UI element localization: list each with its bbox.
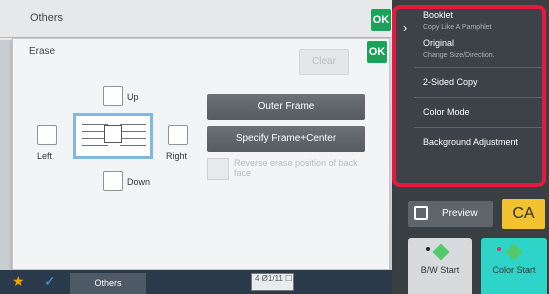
left-checkbox[interactable] <box>37 125 57 145</box>
base-ok-button[interactable]: OK <box>371 9 391 31</box>
menu-item-2-sided-copy[interactable]: 2-Sided Copy <box>414 77 542 105</box>
dot-icon <box>497 247 501 251</box>
menu-item-sub: Change Size/Direction. <box>423 52 495 59</box>
bw-start-label: B/W Start <box>420 265 460 275</box>
left-label: Left <box>37 151 53 161</box>
menu-item-background-adjustment[interactable]: Background Adjustment <box>414 137 542 165</box>
menu-item-color-mode[interactable]: Color Mode <box>414 107 542 135</box>
counter-display: 4 Ø1/11 ☐ <box>251 273 294 291</box>
color-start-label: Color Start <box>492 265 536 275</box>
preview-icon <box>414 206 428 220</box>
side-menu: › Booklet Copy Like A Pamphlet Original … <box>392 5 546 187</box>
menu-item-booklet[interactable]: Booklet Copy Like A Pamphlet <box>414 9 542 37</box>
diamond-icon <box>432 243 450 261</box>
book-illustration <box>73 113 153 159</box>
chevron-right-icon[interactable]: › <box>396 9 414 183</box>
center-checkbox[interactable] <box>104 125 122 143</box>
preview-button[interactable]: Preview <box>408 201 493 227</box>
erase-panel: Erase Clear Up Left Right Down Outer Fra… <box>12 38 390 270</box>
menu-item-label: Original <box>423 38 455 48</box>
menu-item-sub: Copy Like A Pamphlet <box>423 24 492 31</box>
down-checkbox[interactable] <box>103 171 123 191</box>
base-title: Others <box>30 12 64 24</box>
right-checkbox[interactable] <box>168 125 188 145</box>
left-strip <box>0 40 12 270</box>
bottom-bar <box>0 270 392 294</box>
reverse-erase-label: Reverse erase position of back face <box>234 158 358 178</box>
diamond-icon <box>505 243 523 261</box>
menu-item-label: Booklet <box>423 10 454 20</box>
reverse-erase-checkbox[interactable] <box>207 158 229 180</box>
erase-ok-button[interactable]: OK <box>367 41 387 63</box>
menu-divider <box>414 67 542 68</box>
bw-start-button[interactable]: B/W Start <box>408 238 472 294</box>
dot-icon <box>426 247 430 251</box>
erase-title: Erase <box>29 46 56 57</box>
menu-divider <box>414 127 542 128</box>
color-start-button[interactable]: Color Start <box>481 238 547 294</box>
base-header: Others <box>0 0 392 38</box>
down-label: Down <box>127 177 151 187</box>
up-label: Up <box>127 92 139 102</box>
others-tab[interactable]: Others <box>70 273 146 294</box>
preview-label: Preview <box>442 208 478 219</box>
menu-item-original[interactable]: Original Change Size/Direction. <box>414 37 542 65</box>
clear-button[interactable]: Clear <box>299 49 349 75</box>
menu-divider <box>414 97 542 98</box>
right-label: Right <box>166 151 188 161</box>
frame-center-button[interactable]: Specify Frame+Center <box>207 126 365 152</box>
up-checkbox[interactable] <box>103 86 123 106</box>
star-icon[interactable]: ★ <box>12 273 25 290</box>
outer-frame-button[interactable]: Outer Frame <box>207 94 365 120</box>
check-icon[interactable]: ✓ <box>44 273 56 290</box>
ca-button[interactable]: CA <box>502 199 545 229</box>
